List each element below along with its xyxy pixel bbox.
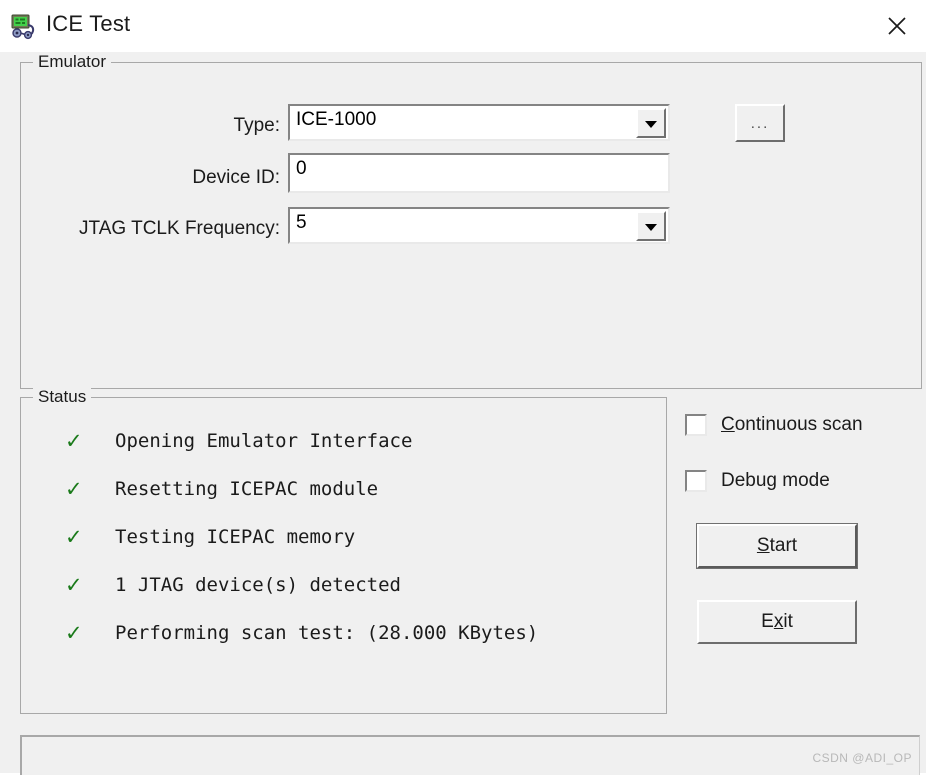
status-item: ✓ Testing ICEPAC memory (65, 522, 355, 552)
device-id-value: 0 (296, 158, 307, 179)
continuous-scan-checkbox[interactable]: Continuous scan (685, 414, 863, 436)
check-icon: ✓ (65, 620, 83, 645)
jtag-tclk-value: 5 (296, 212, 307, 233)
status-item: ✓ Opening Emulator Interface (65, 426, 412, 456)
status-item-label: Resetting ICEPAC module (115, 478, 379, 500)
exit-button[interactable]: Exit (697, 600, 857, 644)
checkbox-box[interactable] (685, 414, 707, 436)
browse-button-label: ... (750, 114, 770, 132)
status-item-label: 1 JTAG device(s) detected (115, 574, 401, 596)
continuous-scan-rest: ontinuous scan (734, 414, 863, 435)
close-icon (888, 17, 906, 35)
status-item-label: Testing ICEPAC memory (115, 526, 356, 548)
watermark: CSDN @ADI_OP (812, 751, 912, 765)
chevron-down-icon[interactable] (636, 108, 666, 138)
status-item: ✓ Performing scan test: (28.000 KBytes) (65, 618, 538, 648)
check-icon: ✓ (65, 572, 83, 597)
exit-accel: x (773, 611, 784, 632)
browse-button[interactable]: ... (735, 104, 785, 142)
jtag-tclk-combobox[interactable]: 5 (288, 207, 670, 244)
exit-button-label: Exit (761, 611, 793, 633)
check-icon: ✓ (65, 428, 83, 453)
start-rest: tart (769, 535, 798, 556)
type-value: ICE-1000 (296, 109, 377, 130)
status-item: ✓ Resetting ICEPAC module (65, 474, 378, 504)
check-icon: ✓ (65, 524, 83, 549)
status-group-title: Status (33, 387, 92, 407)
jtag-tclk-label: JTAG TCLK Frequency: (79, 218, 280, 239)
continuous-scan-label: Continuous scan (721, 414, 863, 436)
debug-mode-label: Debug mode (721, 470, 830, 491)
emulator-group-title: Emulator (33, 52, 112, 72)
status-item-label: Performing scan test: (28.000 KBytes) (115, 622, 539, 644)
device-id-input[interactable]: 0 (288, 153, 670, 193)
dialog-body: Emulator Type: ICE-1000 ... Device ID: 0… (0, 52, 926, 775)
close-button[interactable] (868, 0, 926, 52)
start-button[interactable]: Start (696, 523, 858, 569)
bottom-status-panel (20, 735, 920, 775)
continuous-scan-accel: C (721, 414, 735, 435)
ice-device-icon (9, 12, 37, 40)
type-label: Type: (233, 115, 280, 136)
checkbox-box[interactable] (685, 470, 707, 492)
title-bar: ICE Test (0, 0, 926, 53)
exit-pre: E (761, 611, 774, 632)
start-button-label: Start (757, 535, 797, 557)
check-icon: ✓ (65, 476, 83, 501)
type-combobox[interactable]: ICE-1000 (288, 104, 670, 141)
device-id-label: Device ID: (192, 167, 280, 188)
status-item-label: Opening Emulator Interface (115, 430, 413, 452)
window-title: ICE Test (46, 11, 131, 36)
start-accel: S (756, 535, 770, 556)
chevron-down-icon[interactable] (636, 211, 666, 241)
status-item: ✓ 1 JTAG device(s) detected (65, 570, 401, 600)
exit-rest: it (783, 611, 793, 632)
debug-mode-checkbox[interactable]: Debug mode (685, 470, 830, 492)
